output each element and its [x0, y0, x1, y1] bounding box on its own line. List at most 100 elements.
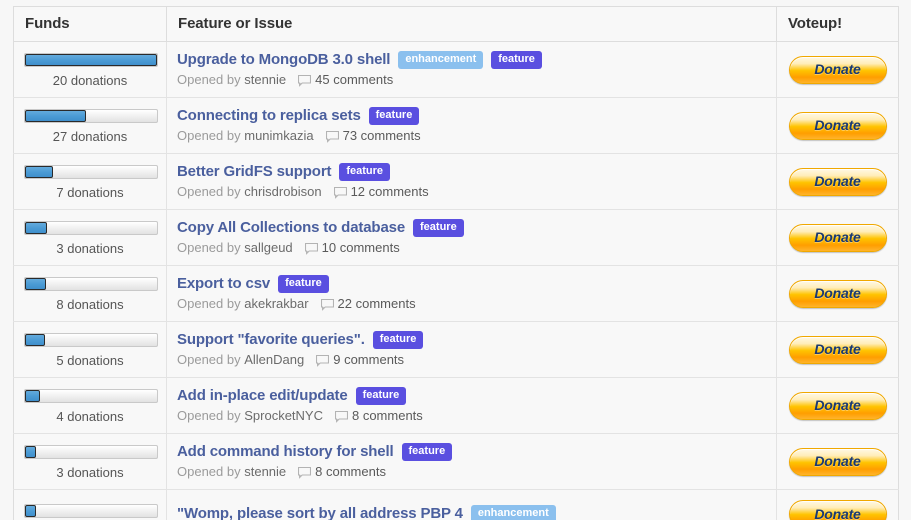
feature-cell: Support "favorite queries". feature Opened… — [166, 321, 777, 378]
feature-cell-inner: Add in-place edit/update feature Opened by… — [167, 378, 776, 433]
issue-title-link[interactable]: Support "favorite queries". — [177, 331, 365, 349]
opened-by-prefix: Opened by — [177, 184, 241, 199]
page-root: Funds Feature or Issue Voteup! 20 donati… — [0, 0, 911, 520]
issue-label-feature[interactable]: feature — [401, 443, 453, 461]
funds-cell-inner: 8 donations — [14, 268, 166, 320]
comment-count-group[interactable]: 12 comments — [333, 184, 429, 200]
issue-author[interactable]: chrisdrobison — [244, 184, 321, 200]
issue-label-enhancement[interactable]: enhancement — [470, 505, 556, 520]
comment-count-group[interactable]: 10 comments — [304, 240, 400, 256]
comment-bubble-icon — [304, 242, 318, 255]
comment-count-group[interactable]: 8 comments — [334, 408, 423, 424]
comment-count-label: 73 comments — [342, 128, 421, 143]
opened-by-prefix: Opened by — [177, 240, 241, 255]
funds-cell-inner: 3 donations — [14, 436, 166, 488]
feature-cell: "Womp, please sort by all address PBP 4 e… — [166, 489, 777, 520]
issue-title-link[interactable]: Copy All Collections to database — [177, 219, 405, 237]
donation-progress-bar — [24, 276, 158, 291]
donate-button[interactable]: Donate — [788, 391, 887, 420]
opened-by-prefix: Opened by — [177, 72, 241, 87]
feature-cell-inner: Better GridFS support feature Opened by ch… — [167, 154, 776, 209]
opened-by-prefix: Opened by — [177, 352, 241, 367]
issue-label-feature[interactable]: feature — [368, 107, 420, 125]
vote-cell: Donate — [776, 209, 899, 266]
comment-bubble-icon — [334, 410, 349, 423]
donation-progress-bar — [24, 332, 158, 347]
vote-cell-inner: Donate — [777, 438, 898, 486]
table-header: Funds Feature or Issue Voteup! — [13, 6, 899, 42]
donation-progress-bar — [24, 388, 158, 403]
comment-count-group[interactable]: 45 comments — [298, 72, 393, 88]
table-body: 20 donations Upgrade to MongoDB 3.0 shell… — [13, 41, 899, 520]
comment-count-label: 9 comments — [333, 352, 405, 367]
comment-count-group[interactable]: 9 comments — [316, 352, 404, 368]
donation-progress-bar — [24, 444, 158, 459]
donate-button[interactable]: Donate — [788, 500, 887, 520]
vote-cell-inner: Donate — [777, 158, 898, 206]
issue-author[interactable]: munimkazia — [244, 128, 313, 144]
funds-cell: 3 donations — [13, 433, 167, 490]
table-row: 7 donations Better GridFS support feature O… — [13, 153, 899, 210]
donate-button[interactable]: Donate — [788, 111, 887, 140]
issue-label-feature[interactable]: feature — [278, 275, 329, 293]
issue-title-row: Export to csv feature — [177, 275, 764, 293]
comment-count-label: 10 comments — [321, 240, 400, 255]
comment-count-label: 8 comments — [351, 408, 423, 423]
donations-count-label: 5 donations — [56, 352, 124, 368]
issue-title-link[interactable]: Connecting to replica sets — [177, 107, 361, 125]
donation-progress-fill — [25, 277, 47, 290]
donation-progress-fill — [25, 53, 157, 66]
comment-count-group[interactable]: 8 comments — [298, 464, 386, 480]
issue-author[interactable]: SprocketNYC — [244, 408, 323, 424]
issue-title-row: Support "favorite queries". feature — [177, 331, 764, 349]
issue-label-feature[interactable]: feature — [491, 51, 542, 69]
comment-count-label: 45 comments — [315, 72, 394, 87]
issue-title-link[interactable]: Add in-place edit/update — [177, 387, 348, 405]
table-row: 4 donations Add in-place edit/update featu… — [13, 377, 899, 434]
funds-cell-inner: 3 donations — [14, 212, 166, 264]
donate-button[interactable]: Donate — [788, 223, 887, 252]
issue-author[interactable]: akekrakbar — [244, 296, 308, 312]
comment-bubble-icon — [316, 354, 330, 367]
feature-cell-inner: Export to csv feature Opened by akekrakbar… — [167, 266, 776, 321]
feature-cell: Upgrade to MongoDB 3.0 shell enhancement f… — [166, 41, 777, 98]
issue-label-feature[interactable]: feature — [339, 163, 391, 181]
comment-count-group[interactable]: 73 comments — [325, 128, 421, 144]
issue-title-link[interactable]: Upgrade to MongoDB 3.0 shell — [177, 51, 390, 69]
issue-title-link[interactable]: Export to csv — [177, 275, 270, 293]
issue-meta: Opened by stennie 45 comments — [177, 72, 764, 88]
issue-label-feature[interactable]: feature — [355, 387, 407, 405]
issue-meta: Opened by chrisdrobison 12 comments — [177, 184, 764, 200]
donate-button[interactable]: Donate — [788, 55, 887, 84]
comment-count-group[interactable]: 22 comments — [320, 296, 416, 312]
table-row: 27 donations Connecting to replica sets fe… — [13, 97, 899, 154]
donations-count-label: 27 donations — [52, 128, 128, 144]
donations-count-label: 4 donations — [56, 408, 124, 424]
feature-cell: Export to csv feature Opened by akekrakbar… — [166, 265, 777, 322]
issue-author[interactable]: stennie — [244, 464, 286, 480]
donate-button[interactable]: Donate — [788, 167, 887, 196]
issue-meta: Opened by munimkazia 73 comments — [177, 128, 764, 144]
issue-meta: Opened by SprocketNYC 8 comments — [177, 408, 764, 424]
issue-author[interactable]: AllenDang — [244, 352, 304, 368]
issue-title-link[interactable]: Add command history for shell — [177, 443, 394, 461]
table-row: "Womp, please sort by all address PBP 4 e… — [13, 489, 899, 520]
issue-author[interactable]: sallgeud — [244, 240, 292, 256]
vote-cell: Donate — [776, 433, 899, 490]
feature-cell-inner: Connecting to replica sets feature Opened … — [167, 98, 776, 153]
donate-button[interactable]: Donate — [788, 447, 887, 476]
funds-cell-inner: 27 donations — [14, 100, 166, 152]
opened-by-prefix: Opened by — [177, 128, 241, 143]
donate-button[interactable]: Donate — [788, 335, 887, 364]
vote-cell-inner: Donate — [777, 214, 898, 262]
issue-label-feature[interactable]: feature — [372, 331, 424, 349]
issue-label-enhancement[interactable]: enhancement — [398, 51, 484, 69]
issue-author[interactable]: stennie — [244, 72, 286, 88]
vote-cell-inner: Donate — [777, 490, 898, 520]
issue-title-link[interactable]: "Womp, please sort by all address PBP 4 — [177, 505, 463, 520]
issue-title-link[interactable]: Better GridFS support — [177, 163, 332, 181]
funds-cell-inner — [14, 495, 166, 520]
issue-meta: Opened by stennie 8 comments — [177, 464, 764, 480]
issue-label-feature[interactable]: feature — [413, 219, 464, 237]
donate-button[interactable]: Donate — [788, 279, 887, 308]
